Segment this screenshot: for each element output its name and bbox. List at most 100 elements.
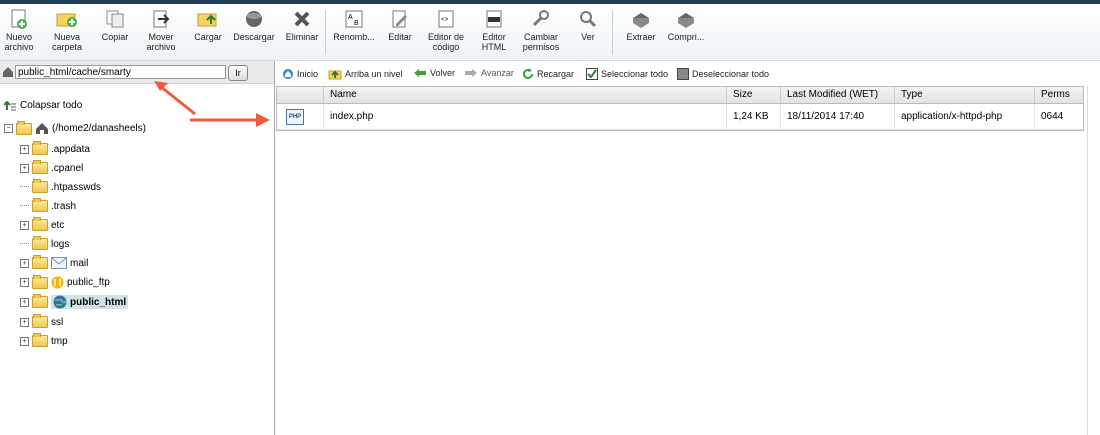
move-file-label: Mover archivo	[146, 32, 176, 52]
html-editor-button[interactable]: Editor HTML	[476, 8, 512, 52]
upload-label: Cargar	[194, 32, 222, 42]
panel-divider[interactable]	[274, 61, 275, 435]
tree-item-label: etc	[51, 219, 65, 231]
tree-item[interactable]: + tmp	[20, 333, 68, 347]
extract-label: Extraer	[626, 32, 656, 42]
compress-button[interactable]: Compri...	[666, 8, 706, 42]
home-icon	[36, 123, 48, 134]
file-perms: 0644	[1034, 104, 1083, 129]
expand-toggle[interactable]: +	[20, 297, 29, 307]
home-label: Inicio	[297, 69, 319, 79]
tree-item[interactable]: logs	[20, 236, 69, 250]
header-type[interactable]: Type	[894, 87, 1034, 103]
folder-icon	[32, 274, 48, 289]
upload-button[interactable]: Cargar	[192, 8, 224, 42]
new-folder-button[interactable]: Nueva carpeta	[50, 8, 84, 52]
home-icon	[283, 69, 293, 79]
tree-item[interactable]: + .cpanel	[20, 160, 83, 174]
tree-item-label: public_ftp	[67, 277, 110, 288]
expand-toggle[interactable]: +	[20, 220, 29, 230]
tree-item[interactable]: + ssl	[20, 314, 63, 328]
tree-item-label: tmp	[51, 335, 68, 347]
tree-item-selected[interactable]: + public_html	[20, 294, 129, 309]
tree-item[interactable]: + public_ftp	[20, 274, 110, 289]
table-row[interactable]: PHP index.php 1,24 KB 18/11/2014 17:40 a…	[277, 104, 1083, 130]
tree-item[interactable]: .trash	[20, 198, 76, 212]
file-icon-cell: PHP	[277, 104, 323, 129]
delete-button[interactable]: Eliminar	[284, 8, 320, 42]
selected-item: public_html	[51, 295, 129, 309]
folder-icon	[32, 141, 48, 155]
folder-icon	[32, 217, 48, 231]
select-all-link[interactable]: Seleccionar todo	[586, 68, 668, 80]
expand-toggle[interactable]: +	[20, 278, 29, 287]
tree-root[interactable]: − (/home2/danasheels)	[4, 120, 146, 135]
home-link[interactable]: Inicio	[282, 68, 318, 80]
up-one-level-link[interactable]: Arriba un nivel	[328, 68, 403, 80]
move-file-button[interactable]: Mover archivo	[144, 8, 178, 52]
rename-button[interactable]: AB Renomb...	[332, 8, 376, 42]
tree-item[interactable]: + mail	[20, 255, 89, 269]
collapse-toggle[interactable]: −	[4, 124, 13, 133]
move-file-icon	[149, 8, 173, 30]
code-editor-label: Editor de código	[427, 32, 465, 52]
path-input[interactable]	[15, 65, 226, 79]
tree-item[interactable]: .htpasswds	[20, 179, 101, 193]
edit-label: Editar	[388, 32, 412, 42]
toolbar-separator	[325, 10, 326, 54]
download-button[interactable]: Descargar	[232, 8, 276, 42]
svg-text:<>: <>	[441, 16, 449, 23]
forward-link[interactable]: Avanzar	[464, 68, 514, 78]
tree-line	[20, 205, 29, 207]
extract-button[interactable]: Extraer	[622, 8, 660, 42]
header-icon-column	[277, 87, 323, 103]
header-size[interactable]: Size	[726, 87, 780, 103]
header-perms[interactable]: Perms	[1034, 87, 1083, 103]
expand-toggle[interactable]: +	[20, 144, 29, 154]
file-table: Name Size Last Modified (WET) Type Perms…	[276, 86, 1084, 131]
compress-label: Compri...	[667, 32, 705, 42]
edit-button[interactable]: Editar	[384, 8, 416, 42]
folder-icon	[32, 179, 48, 193]
home-path-icon	[2, 66, 14, 81]
file-name[interactable]: index.php	[323, 104, 726, 129]
navigation-bar: Inicio Arriba un nivel Volver Avanzar Re…	[276, 66, 1100, 84]
tree-item-label: mail	[70, 257, 89, 269]
back-link[interactable]: Volver	[413, 68, 455, 78]
new-file-button[interactable]: Nuevo archivo	[2, 8, 36, 52]
ftp-icon	[51, 276, 64, 289]
back-arrow-icon	[414, 69, 426, 77]
checkbox-checked-icon	[586, 68, 598, 80]
tree-item[interactable]: + etc	[20, 217, 65, 231]
deselect-all-link[interactable]: Deseleccionar todo	[677, 68, 769, 80]
header-modified[interactable]: Last Modified (WET)	[780, 87, 894, 103]
collapse-icon	[4, 100, 16, 110]
new-file-label: Nuevo archivo	[4, 32, 34, 52]
header-name[interactable]: Name	[323, 87, 726, 103]
view-button[interactable]: Ver	[574, 8, 602, 42]
scrollbar-track[interactable]	[1087, 86, 1100, 435]
download-label: Descargar	[233, 32, 275, 42]
expand-toggle[interactable]: +	[20, 336, 29, 346]
expand-toggle[interactable]: +	[20, 317, 29, 327]
code-editor-button[interactable]: <> Editor de código	[424, 8, 468, 52]
file-size: 1,24 KB	[726, 104, 780, 129]
expand-toggle[interactable]: +	[20, 163, 29, 173]
reload-link[interactable]: Recargar	[522, 68, 574, 80]
select-all-label: Seleccionar todo	[601, 69, 669, 79]
change-permissions-button[interactable]: Cambiar permisos	[520, 8, 562, 52]
collapse-all-link[interactable]: Colapsar todo	[4, 100, 82, 111]
delete-label: Eliminar	[285, 32, 319, 42]
expand-toggle[interactable]: +	[20, 258, 29, 268]
go-button[interactable]: Ir	[228, 65, 248, 81]
extract-icon	[629, 8, 653, 30]
copy-button[interactable]: Copiar	[99, 8, 131, 42]
forward-label: Avanzar	[481, 68, 514, 78]
edit-icon	[388, 8, 412, 30]
folder-icon	[32, 236, 48, 250]
mail-icon	[51, 257, 67, 269]
tree-item[interactable]: + .appdata	[20, 141, 90, 155]
html-editor-label: Editor HTML	[481, 32, 507, 52]
folder-icon	[32, 314, 48, 328]
reload-icon	[523, 68, 533, 79]
